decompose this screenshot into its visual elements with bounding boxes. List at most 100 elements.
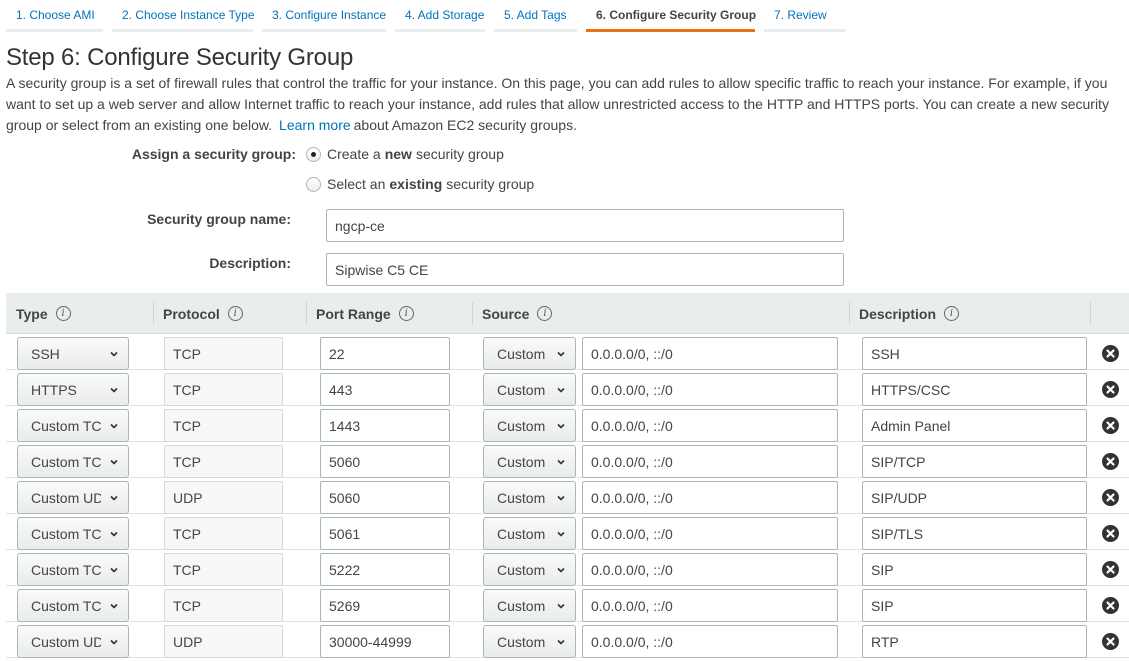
security-group-description-input[interactable] <box>326 253 844 286</box>
rule-description-input[interactable]: SIP <box>862 589 1087 622</box>
remove-rule-button[interactable] <box>1102 633 1119 650</box>
remove-rule-button[interactable] <box>1102 381 1119 398</box>
wizard-step-review[interactable]: 7. Review <box>764 0 846 32</box>
security-group-name-input[interactable] <box>326 209 844 242</box>
rule-description-input[interactable]: SIP/UDP <box>862 481 1087 514</box>
info-icon[interactable]: i <box>944 306 960 321</box>
rule-description-input[interactable]: SIP/TCP <box>862 445 1087 478</box>
source-type-select[interactable]: Custom <box>483 481 576 514</box>
port-range-input[interactable]: 5060 <box>320 481 450 514</box>
remove-rule-button[interactable] <box>1102 525 1119 542</box>
port-range-input[interactable]: 443 <box>320 373 450 406</box>
radio-create-new[interactable]: Create a new security group <box>306 146 504 162</box>
rule-description-value: HTTPS/CSC <box>871 381 951 398</box>
source-cidr-input[interactable]: 0.0.0.0/0, ::/0 <box>582 373 838 406</box>
rule-description-input[interactable]: SIP/TLS <box>862 517 1087 550</box>
source-type-select[interactable]: Custom <box>483 517 576 550</box>
wizard-step-configure-instance[interactable]: 3. Configure Instance <box>262 0 386 32</box>
source-type-value: Custom <box>497 417 546 434</box>
type-value: Custom UDP <box>31 633 101 650</box>
info-icon[interactable]: i <box>227 306 243 321</box>
source-cidr-value: 0.0.0.0/0, ::/0 <box>591 525 673 542</box>
type-select[interactable]: HTTPS <box>17 373 129 406</box>
rule-description-input[interactable]: Admin Panel <box>862 409 1087 442</box>
radio-select-existing-bold: existing <box>389 176 443 192</box>
remove-rule-button[interactable] <box>1102 345 1119 362</box>
table-row: Custom TCP TCP 5269 Custom 0.0.0.0/0, ::/0 SI… <box>6 586 1129 622</box>
info-icon[interactable]: i <box>398 306 414 321</box>
radio-select-existing-button[interactable] <box>306 176 321 192</box>
type-select[interactable]: Custom TCP <box>17 409 129 442</box>
source-cidr-input[interactable]: 0.0.0.0/0, ::/0 <box>582 589 838 622</box>
remove-rule-button[interactable] <box>1102 597 1119 614</box>
type-select[interactable]: Custom TCP <box>17 517 129 550</box>
chevron-down-icon <box>110 351 118 357</box>
remove-rule-button[interactable] <box>1102 453 1119 470</box>
type-value: Custom TCP <box>31 525 101 542</box>
table-row: Custom TCP TCP 5061 Custom 0.0.0.0/0, ::/0 SI… <box>6 514 1129 550</box>
type-select[interactable]: Custom TCP <box>17 553 129 586</box>
source-cidr-input[interactable]: 0.0.0.0/0, ::/0 <box>582 517 838 550</box>
source-cidr-input[interactable]: 0.0.0.0/0, ::/0 <box>582 445 838 478</box>
rule-description-input[interactable]: SSH <box>862 337 1087 370</box>
protocol-field: TCP <box>164 337 283 370</box>
port-range-input[interactable]: 22 <box>320 337 450 370</box>
port-range-input[interactable]: 1443 <box>320 409 450 442</box>
wizard-step-add-storage[interactable]: 4. Add Storage <box>395 0 485 32</box>
remove-rule-button[interactable] <box>1102 561 1119 578</box>
wizard-step-configure-security-group[interactable]: 6. Configure Security Group <box>586 0 756 32</box>
learn-more-link[interactable]: Learn more <box>279 117 351 133</box>
type-value: HTTPS <box>31 381 77 398</box>
type-select[interactable]: Custom UDP <box>17 625 129 658</box>
source-type-select[interactable]: Custom <box>483 409 576 442</box>
chevron-down-icon <box>557 603 565 609</box>
radio-create-new-button[interactable] <box>306 146 321 162</box>
source-cidr-value: 0.0.0.0/0, ::/0 <box>591 381 673 398</box>
chevron-down-icon <box>110 459 118 465</box>
type-select[interactable]: Custom TCP <box>17 589 129 622</box>
protocol-field: TCP <box>164 553 283 586</box>
header-protocol: Protocol i <box>153 293 243 334</box>
source-cidr-input[interactable]: 0.0.0.0/0, ::/0 <box>582 553 838 586</box>
column-divider <box>1090 302 1091 324</box>
port-range-input[interactable]: 5060 <box>320 445 450 478</box>
rule-description-value: Admin Panel <box>871 417 951 434</box>
port-range-input[interactable]: 5269 <box>320 589 450 622</box>
remove-rule-button[interactable] <box>1102 417 1119 434</box>
type-select[interactable]: Custom TCP <box>17 445 129 478</box>
wizard-step-add-tags[interactable]: 5. Add Tags <box>494 0 577 32</box>
source-cidr-input[interactable]: 0.0.0.0/0, ::/0 <box>582 409 838 442</box>
info-icon[interactable]: i <box>55 306 71 321</box>
header-description: Description i <box>849 293 960 334</box>
remove-rule-button[interactable] <box>1102 489 1119 506</box>
type-select[interactable]: SSH <box>17 337 129 370</box>
info-icon[interactable]: i <box>537 306 553 321</box>
source-type-select[interactable]: Custom <box>483 553 576 586</box>
source-cidr-input[interactable]: 0.0.0.0/0, ::/0 <box>582 625 838 658</box>
port-range-input[interactable]: 5222 <box>320 553 450 586</box>
source-type-select[interactable]: Custom <box>483 337 576 370</box>
wizard-step-choose-ami[interactable]: 1. Choose AMI <box>6 0 103 32</box>
port-range-input[interactable]: 5061 <box>320 517 450 550</box>
port-range-value: 5222 <box>329 561 361 578</box>
source-cidr-input[interactable]: 0.0.0.0/0, ::/0 <box>582 481 838 514</box>
source-type-select[interactable]: Custom <box>483 625 576 658</box>
protocol-value: UDP <box>173 489 203 506</box>
rule-description-input[interactable]: RTP <box>862 625 1087 658</box>
radio-select-existing[interactable]: Select an existing security group <box>306 176 534 192</box>
source-type-select[interactable]: Custom <box>483 373 576 406</box>
rule-description-input[interactable]: SIP <box>862 553 1087 586</box>
port-range-input[interactable]: 30000-44999 <box>320 625 450 658</box>
source-type-select[interactable]: Custom <box>483 589 576 622</box>
source-type-value: Custom <box>497 489 546 506</box>
source-cidr-input[interactable]: 0.0.0.0/0, ::/0 <box>582 337 838 370</box>
source-type-select[interactable]: Custom <box>483 445 576 478</box>
remove-circle-icon <box>1106 637 1115 646</box>
table-row: HTTPS TCP 443 Custom 0.0.0.0/0, ::/0 HTTPS/CS… <box>6 370 1129 406</box>
wizard-step-choose-instance-type[interactable]: 2. Choose Instance Type <box>112 0 255 32</box>
table-row: SSH TCP 22 Custom 0.0.0.0/0, ::/0 SSH <box>6 334 1129 370</box>
rule-description-input[interactable]: HTTPS/CSC <box>862 373 1087 406</box>
rule-description-value: SIP <box>871 597 894 614</box>
type-select[interactable]: Custom UDP <box>17 481 129 514</box>
header-protocol-label: Protocol <box>163 305 220 322</box>
